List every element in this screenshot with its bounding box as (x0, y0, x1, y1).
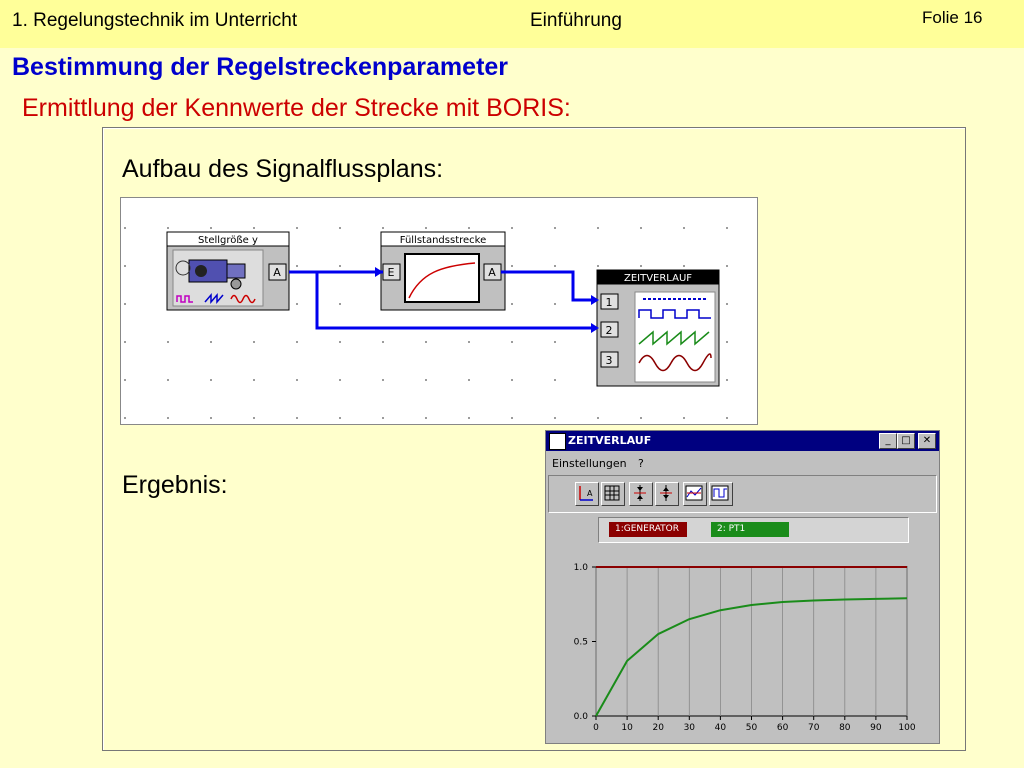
minimize-button[interactable]: _ (879, 433, 897, 449)
window-titlebar[interactable]: ZEITVERLAUF _ □ ✕ (546, 431, 939, 451)
zoom-in-icon (634, 485, 646, 501)
signal-view-icon (711, 485, 729, 501)
plot-area: 1:GENERATOR 2: PT1 0 10 20 30 40 50 60 70 80 90 10… (548, 513, 935, 740)
block-fuellstandsstrecke-title: Füllstandsstrecke (400, 235, 487, 246)
slide-header: 1. Regelungstechnik im Unterricht Einfüh… (0, 0, 1024, 48)
x-tick-label: 80 (839, 723, 851, 733)
block-zeitverlauf-port-3: 3 (606, 354, 613, 367)
toolbar: A (548, 475, 937, 513)
block-zeitverlauf-port-1: 1 (606, 296, 613, 309)
slide-subtitle: Ermittlung der Kennwerte der Strecke mit… (22, 94, 571, 122)
svg-text:A: A (587, 489, 593, 498)
zeitverlauf-window: ZEITVERLAUF _ □ ✕ Einstellungen ? A 1:GE… (545, 430, 940, 744)
x-tick-label: 30 (684, 723, 696, 733)
header-slide-number: Folie 16 (922, 8, 983, 27)
block-stellgroesse-port-a: A (273, 266, 281, 279)
close-button[interactable]: ✕ (918, 433, 936, 449)
menu-help[interactable]: ? (638, 457, 644, 470)
signal-flow-diagram: Stellgröße y A Füllstandsstrecke E A ZEI… (120, 197, 758, 425)
y-tick-label: 0.0 (574, 712, 589, 722)
zoom-out-icon (660, 485, 672, 501)
axis-settings-button[interactable]: A (575, 482, 599, 506)
label-aufbau: Aufbau des Signalflussplans: (122, 155, 444, 183)
app-icon (549, 433, 566, 450)
block-fuellstandsstrecke-port-a: A (488, 266, 496, 279)
zoom-in-button[interactable] (629, 482, 653, 506)
header-section: Einführung (530, 10, 622, 31)
slide-title: Bestimmung der Regelstreckenparameter (12, 53, 509, 81)
menu-bar: Einstellungen ? (546, 453, 939, 473)
x-tick-label: 60 (777, 723, 789, 733)
block-stellgroesse-title: Stellgröße y (198, 235, 258, 246)
x-tick-label: 100 (898, 723, 915, 733)
signal-flow-svg: Stellgröße y A Füllstandsstrecke E A ZEI… (124, 227, 728, 419)
chart-view-button[interactable] (683, 482, 707, 506)
zoom-out-button[interactable] (655, 482, 679, 506)
axis-settings-icon: A (579, 486, 593, 501)
chart-view-icon (685, 485, 703, 501)
x-tick-label: 0 (593, 723, 599, 733)
block-fuellstandsstrecke[interactable]: Füllstandsstrecke E A (380, 231, 506, 311)
x-tick-label: 40 (715, 723, 727, 733)
window-title: ZEITVERLAUF (568, 434, 652, 447)
y-tick-label: 1.0 (574, 563, 589, 573)
header-course: 1. Regelungstechnik im Unterricht (12, 10, 298, 31)
x-tick-label: 50 (746, 723, 758, 733)
menu-einstellungen[interactable]: Einstellungen (552, 457, 627, 470)
grid-button[interactable] (601, 482, 625, 506)
grid-icon (604, 485, 620, 501)
response-chart: 0 10 20 30 40 50 60 70 80 90 100 0.0 0.5 1.0 (574, 563, 916, 733)
x-tick-label: 70 (808, 723, 820, 733)
maximize-button[interactable]: □ (897, 433, 915, 449)
block-zeitverlauf[interactable]: ZEITVERLAUF 1 2 3 (596, 269, 720, 387)
block-zeitverlauf-title: ZEITVERLAUF (624, 273, 692, 284)
x-tick-label: 20 (652, 723, 664, 733)
label-ergebnis: Ergebnis: (122, 471, 228, 499)
block-fuellstandsstrecke-port-e: E (388, 266, 395, 279)
y-tick-label: 0.5 (574, 638, 588, 648)
x-tick-label: 90 (870, 723, 882, 733)
x-tick-label: 10 (621, 723, 633, 733)
block-stellgroesse[interactable]: Stellgröße y A (166, 231, 290, 311)
signal-view-button[interactable] (709, 482, 733, 506)
block-zeitverlauf-port-2: 2 (606, 324, 613, 337)
